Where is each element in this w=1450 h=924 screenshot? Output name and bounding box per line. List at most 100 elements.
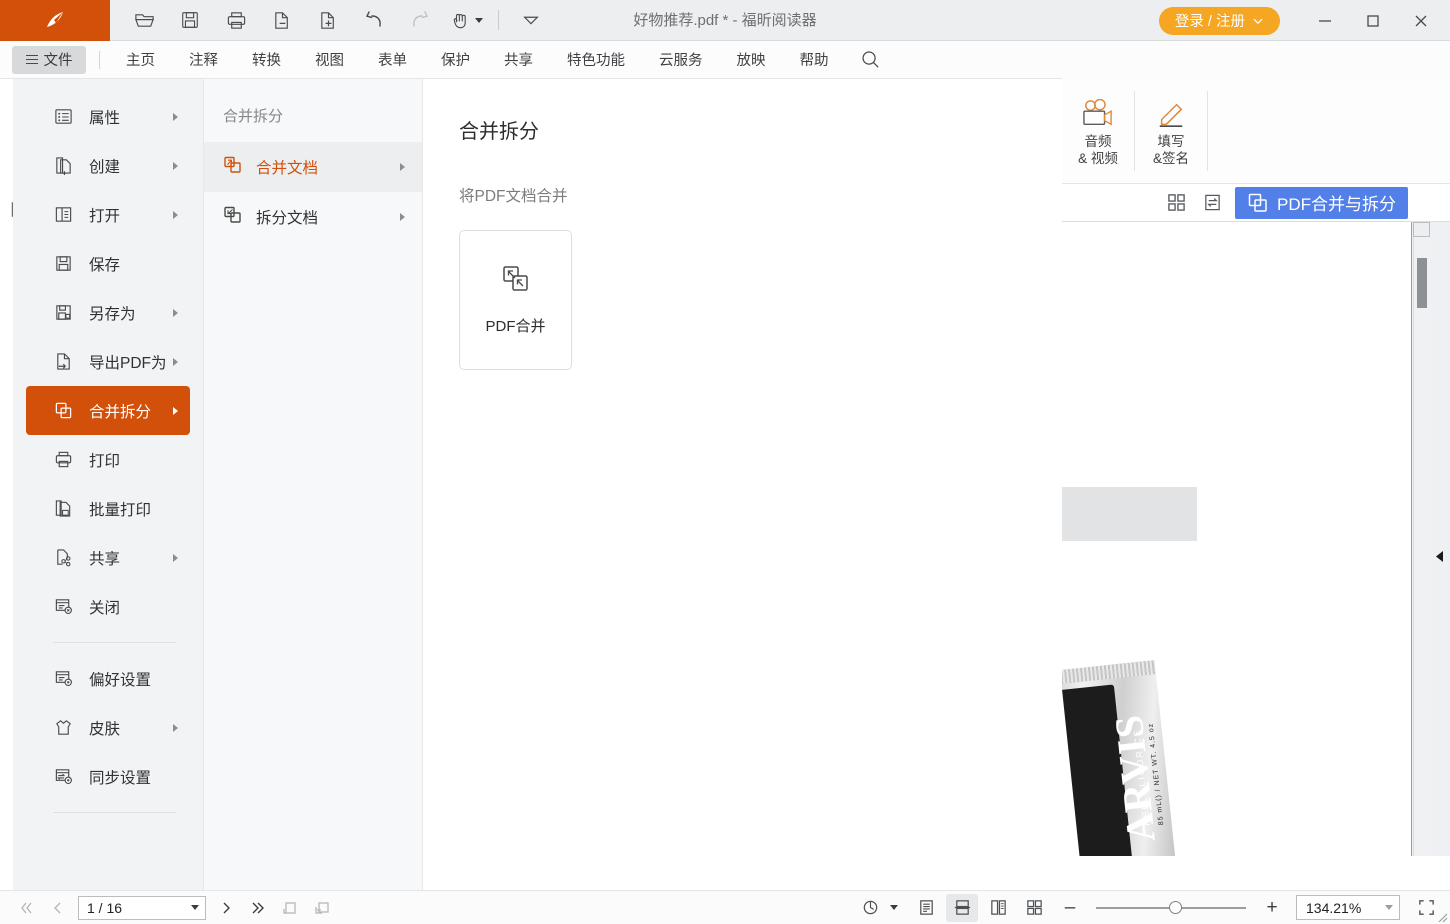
fit-width-icon[interactable] — [306, 894, 338, 922]
login-register-button[interactable]: 登录 / 注册 — [1159, 7, 1280, 35]
merge-doc-icon — [223, 155, 243, 180]
scroll-up-button[interactable] — [1413, 222, 1430, 237]
tab-cloud[interactable]: 云服务 — [642, 45, 720, 75]
rotate-view-icon[interactable] — [854, 894, 886, 922]
hand-tool-chevron-icon[interactable] — [475, 18, 483, 23]
scrollbar-thumb[interactable] — [1417, 258, 1427, 308]
right-ribbon-group: 音频 & 视频 填写 &签名 — [1062, 79, 1450, 184]
tab-home[interactable]: 主页 — [109, 45, 172, 75]
menu-item-save-label: 保存 — [89, 253, 120, 275]
menu-item-properties[interactable]: 属性 — [26, 92, 190, 141]
audio-video-label-line1: 音频 — [1078, 133, 1118, 150]
tab-help[interactable]: 帮助 — [783, 45, 846, 75]
hamburger-icon — [26, 55, 38, 65]
menu-item-close[interactable]: 关闭 — [26, 582, 190, 631]
chevron-right-icon — [173, 358, 178, 366]
page-gray-block — [1062, 487, 1197, 541]
zoom-level-value: 134.21% — [1306, 900, 1361, 916]
menu-item-batch-print[interactable]: 批量打印 — [26, 484, 190, 533]
merge-split-content-pane: 合并拆分 将PDF文档合并 PDF合并 — [422, 79, 1062, 890]
zoom-slider-handle[interactable] — [1169, 901, 1182, 914]
status-area-filler — [1062, 856, 1450, 890]
page-number-input[interactable]: 1 / 16 — [78, 896, 206, 920]
zoom-dropdown-icon[interactable] — [1385, 905, 1393, 910]
tab-comment[interactable]: 注释 — [172, 45, 235, 75]
menu-item-open[interactable]: 打开 — [26, 190, 190, 239]
audio-video-button[interactable]: 音频 & 视频 — [1062, 79, 1134, 183]
menu-item-merge-split-label: 合并拆分 — [89, 400, 151, 422]
tab-features[interactable]: 特色功能 — [550, 45, 642, 75]
tab-share[interactable]: 共享 — [487, 45, 550, 75]
single-page-layout-icon[interactable] — [910, 894, 942, 922]
document-view: ARVIS RELLI LICORICE 85 mL() / NET WT. 4… — [1062, 222, 1450, 890]
page-dropdown-icon[interactable] — [191, 905, 199, 910]
next-page-icon[interactable] — [210, 894, 242, 922]
zoom-level-input[interactable]: 134.21% — [1296, 895, 1400, 920]
zoom-slider[interactable] — [1096, 900, 1246, 916]
fit-page-icon[interactable] — [274, 894, 306, 922]
submenu-item-merge-docs[interactable]: 合并文档 — [204, 142, 422, 192]
menu-item-share-label: 共享 — [89, 547, 120, 569]
pdf-merge-card[interactable]: PDF合并 — [459, 230, 572, 370]
ribbon-row-right-filler — [1062, 41, 1450, 79]
last-page-icon[interactable] — [242, 894, 274, 922]
two-page-layout-icon[interactable] — [982, 894, 1014, 922]
rotate-dropdown-icon[interactable] — [890, 905, 898, 910]
batch-print-icon — [53, 499, 73, 518]
first-page-icon[interactable] — [10, 894, 42, 922]
two-page-continuous-layout-icon[interactable] — [1018, 894, 1050, 922]
tab-present[interactable]: 放映 — [720, 45, 783, 75]
submenu-item-split-docs-label: 拆分文档 — [256, 206, 318, 228]
menu-item-save[interactable]: 保存 — [26, 239, 190, 288]
chevron-right-icon — [173, 724, 178, 732]
menu-item-share[interactable]: 共享 — [26, 533, 190, 582]
print-icon[interactable] — [216, 3, 256, 37]
close-button[interactable] — [1398, 0, 1444, 41]
grid-view-icon[interactable] — [1163, 190, 1189, 216]
resize-grip-icon[interactable] — [1434, 909, 1448, 923]
menu-item-merge-split[interactable]: 合并拆分 — [26, 386, 190, 435]
chevron-right-icon — [400, 163, 405, 171]
fill-sign-button[interactable]: 填写 &签名 — [1135, 79, 1207, 183]
menu-item-sync-settings[interactable]: 同步设置 — [26, 752, 190, 801]
menu-item-create[interactable]: 创建 — [26, 141, 190, 190]
prev-page-icon[interactable] — [42, 894, 74, 922]
fill-sign-label-line2: &签名 — [1153, 150, 1189, 167]
zoom-out-button[interactable]: – — [1054, 894, 1086, 922]
hand-tool-icon[interactable] — [446, 3, 486, 37]
continuous-layout-icon[interactable] — [946, 894, 978, 922]
save-icon[interactable] — [170, 3, 210, 37]
printer-icon — [53, 450, 73, 469]
right-panel-collapse-button[interactable] — [1430, 222, 1450, 890]
open-doc-icon — [53, 205, 73, 224]
customize-chevron-icon[interactable] — [511, 3, 551, 37]
vertical-scrollbar[interactable] — [1413, 222, 1430, 890]
open-icon[interactable] — [124, 3, 164, 37]
menu-item-preferences[interactable]: 偏好设置 — [26, 654, 190, 703]
save-disk-icon — [53, 254, 73, 273]
page-add-icon[interactable] — [308, 3, 348, 37]
menu-item-save-as[interactable]: 另存为 — [26, 288, 190, 337]
tab-view[interactable]: 视图 — [298, 45, 361, 75]
minimize-button[interactable] — [1302, 0, 1348, 41]
chevron-right-icon — [173, 162, 178, 170]
document-toolbar-strip: PDF合并与拆分 — [1062, 184, 1450, 222]
pdf-merge-split-button[interactable]: PDF合并与拆分 — [1235, 187, 1408, 219]
tab-form[interactable]: 表单 — [361, 45, 424, 75]
zoom-in-button[interactable]: + — [1256, 894, 1288, 922]
tab-protect[interactable]: 保护 — [424, 45, 487, 75]
tab-convert[interactable]: 转换 — [235, 45, 298, 75]
tab-file[interactable]: 文件 — [12, 46, 86, 74]
menu-item-skin[interactable]: 皮肤 — [26, 703, 190, 752]
submenu-item-split-docs[interactable]: 拆分文档 — [204, 192, 422, 242]
merge-split-icon — [53, 401, 73, 420]
chevron-right-icon — [173, 407, 178, 415]
compare-icon[interactable] — [1199, 190, 1225, 216]
menu-item-print[interactable]: 打印 — [26, 435, 190, 484]
search-icon[interactable] — [846, 45, 895, 75]
menu-item-sync-settings-label: 同步设置 — [89, 766, 151, 788]
maximize-button[interactable] — [1350, 0, 1396, 41]
menu-item-export-pdf[interactable]: 导出PDF为 — [26, 337, 190, 386]
undo-icon[interactable] — [354, 3, 394, 37]
page-remove-icon[interactable] — [262, 3, 302, 37]
